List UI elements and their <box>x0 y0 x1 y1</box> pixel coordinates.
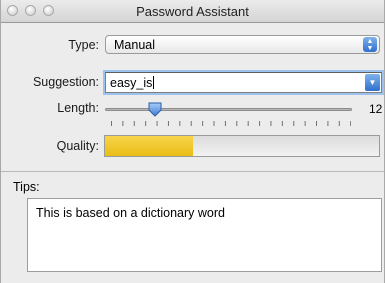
quality-label: Quality: <box>56 139 99 153</box>
chevron-down-icon[interactable]: ▼ <box>365 74 380 91</box>
quality-meter-fill <box>105 136 193 156</box>
length-label: Length: <box>57 101 99 115</box>
updown-arrows-icon: ▲ ▼ <box>363 37 377 52</box>
type-popup[interactable]: Manual ▲ ▼ <box>105 35 380 54</box>
length-slider-knob[interactable] <box>147 101 163 117</box>
text-caret <box>153 76 155 89</box>
suggestion-combo-field[interactable]: easy_is ▼ <box>105 72 382 93</box>
suggestion-value: easy_is <box>110 76 153 90</box>
type-label: Type: <box>68 38 99 52</box>
separator <box>1 171 384 172</box>
window-title: Password Assistant <box>136 4 249 19</box>
length-slider[interactable] <box>105 108 352 111</box>
title-bar[interactable]: Password Assistant <box>1 0 384 23</box>
tips-text: This is based on a dictionary word <box>36 206 225 220</box>
tips-label: Tips: <box>13 180 40 194</box>
type-selected-value: Manual <box>114 38 155 52</box>
tips-box: This is based on a dictionary word <box>27 198 382 272</box>
password-assistant-window: Password Assistant Type: Manual ▲ ▼ Sugge… <box>0 0 385 283</box>
slider-ticks <box>111 121 351 126</box>
length-max-label: 12 <box>369 102 383 116</box>
quality-meter <box>104 135 380 157</box>
suggestion-label: Suggestion: <box>32 75 99 89</box>
suggestion-input[interactable]: easy_is <box>110 76 155 90</box>
